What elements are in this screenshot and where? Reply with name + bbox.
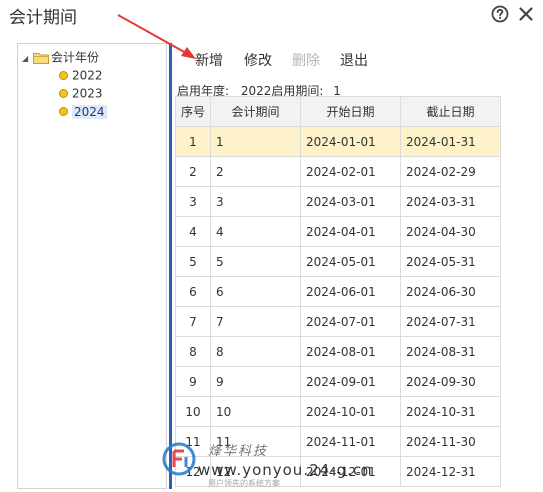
row-index-cell: 6 — [175, 276, 211, 307]
dot-icon — [59, 107, 68, 116]
watermark-brand: 烽华科技 — [208, 444, 269, 459]
table-row[interactable]: 9 9 2024-09-01 2024-09-30 — [175, 366, 501, 397]
end-date-cell: 2024-02-29 — [400, 156, 501, 187]
end-date-cell: 2024-03-31 — [400, 186, 501, 217]
start-date-cell: 2024-03-01 — [300, 186, 401, 217]
period-cell: 1 — [210, 126, 301, 157]
end-date-cell: 2024-08-31 — [400, 336, 501, 367]
period-cell: 4 — [210, 216, 301, 247]
row-index-cell: 7 — [175, 306, 211, 337]
end-date-cell: 2024-06-30 — [400, 276, 501, 307]
brand-logo-icon — [162, 442, 196, 476]
end-date-cell: 2024-04-30 — [400, 216, 501, 247]
start-date-cell: 2024-10-01 — [300, 396, 401, 427]
col-header-index[interactable]: 序号 — [175, 96, 211, 127]
exit-button[interactable]: 退出 — [340, 50, 368, 70]
row-index-cell: 10 — [175, 396, 211, 427]
year-tree-panel: ◢ 会计年份 2022 2023 2024 — [17, 43, 167, 489]
close-icon[interactable] — [517, 5, 535, 23]
start-date-cell: 2024-08-01 — [300, 336, 401, 367]
end-date-cell: 2024-05-31 — [400, 246, 501, 277]
watermark-tagline: 用户领先的系统方案 — [208, 479, 280, 488]
start-date-cell: 2024-07-01 — [300, 306, 401, 337]
table-header-row: 序号 会计期间 开始日期 截止日期 — [175, 96, 501, 127]
tree-year-label: 2023 — [72, 86, 103, 101]
period-cell: 6 — [210, 276, 301, 307]
start-date-cell: 2024-02-01 — [300, 156, 401, 187]
edit-button[interactable]: 修改 — [244, 50, 272, 70]
row-index-cell: 8 — [175, 336, 211, 367]
tree-year-label: 2024 — [72, 104, 107, 119]
table-row[interactable]: 1 1 2024-01-01 2024-01-31 — [175, 126, 501, 157]
table-row[interactable]: 4 4 2024-04-01 2024-04-30 — [175, 216, 501, 247]
tree-root-label: 会计年份 — [51, 50, 100, 65]
period-cell: 9 — [210, 366, 301, 397]
tree-root-node[interactable]: 会计年份 — [33, 49, 99, 65]
row-index-cell: 4 — [175, 216, 211, 247]
table-row[interactable]: 5 5 2024-05-01 2024-05-31 — [175, 246, 501, 277]
window-title: 会计期间 — [9, 8, 77, 28]
table-row[interactable]: 8 8 2024-08-01 2024-08-31 — [175, 336, 501, 367]
tree-expander-icon[interactable]: ◢ — [22, 54, 28, 63]
delete-button[interactable]: 删除 — [292, 50, 320, 70]
period-cell: 8 — [210, 336, 301, 367]
tree-year-2024[interactable]: 2024 — [59, 103, 107, 119]
question-circle-icon[interactable] — [491, 5, 509, 23]
col-header-end-date[interactable]: 截止日期 — [400, 96, 501, 127]
panel-splitter[interactable] — [169, 43, 172, 489]
start-date-cell: 2024-04-01 — [300, 216, 401, 247]
table-row[interactable]: 6 6 2024-06-01 2024-06-30 — [175, 276, 501, 307]
end-date-cell: 2024-10-31 — [400, 396, 501, 427]
dot-icon — [59, 89, 68, 98]
start-date-cell: 2024-06-01 — [300, 276, 401, 307]
watermark-url: www.yonyou.24-g.cn — [198, 461, 373, 479]
row-index-cell: 2 — [175, 156, 211, 187]
table-row[interactable]: 10 10 2024-10-01 2024-10-31 — [175, 396, 501, 427]
period-table: 序号 会计期间 开始日期 截止日期 1 1 2024-01-01 2024-01-31 2 2 2… — [175, 96, 501, 487]
end-date-cell: 2024-01-31 — [400, 126, 501, 157]
tree-year-2023[interactable]: 2023 — [59, 85, 103, 101]
watermark: 烽华科技 www.yonyou.24-g.cn 用户领先的系统方案 — [160, 440, 420, 492]
start-date-cell: 2024-05-01 — [300, 246, 401, 277]
folder-icon — [33, 52, 49, 64]
row-index-cell: 1 — [175, 126, 211, 157]
period-cell: 10 — [210, 396, 301, 427]
dot-icon — [59, 71, 68, 80]
period-cell: 5 — [210, 246, 301, 277]
col-header-start-date[interactable]: 开始日期 — [300, 96, 401, 127]
row-index-cell: 3 — [175, 186, 211, 217]
col-header-period[interactable]: 会计期间 — [210, 96, 301, 127]
table-row[interactable]: 7 7 2024-07-01 2024-07-31 — [175, 306, 501, 337]
row-index-cell: 9 — [175, 366, 211, 397]
start-date-cell: 2024-01-01 — [300, 126, 401, 157]
table-row[interactable]: 3 3 2024-03-01 2024-03-31 — [175, 186, 501, 217]
end-date-cell: 2024-07-31 — [400, 306, 501, 337]
start-date-cell: 2024-09-01 — [300, 366, 401, 397]
add-button[interactable]: 新增 — [195, 50, 223, 70]
period-cell: 7 — [210, 306, 301, 337]
tree-year-2022[interactable]: 2022 — [59, 67, 103, 83]
row-index-cell: 5 — [175, 246, 211, 277]
tree-year-label: 2022 — [72, 68, 103, 83]
period-cell: 2 — [210, 156, 301, 187]
table-row[interactable]: 2 2 2024-02-01 2024-02-29 — [175, 156, 501, 187]
end-date-cell: 2024-09-30 — [400, 366, 501, 397]
period-cell: 3 — [210, 186, 301, 217]
title-bar: 会计期间 — [0, 0, 543, 30]
